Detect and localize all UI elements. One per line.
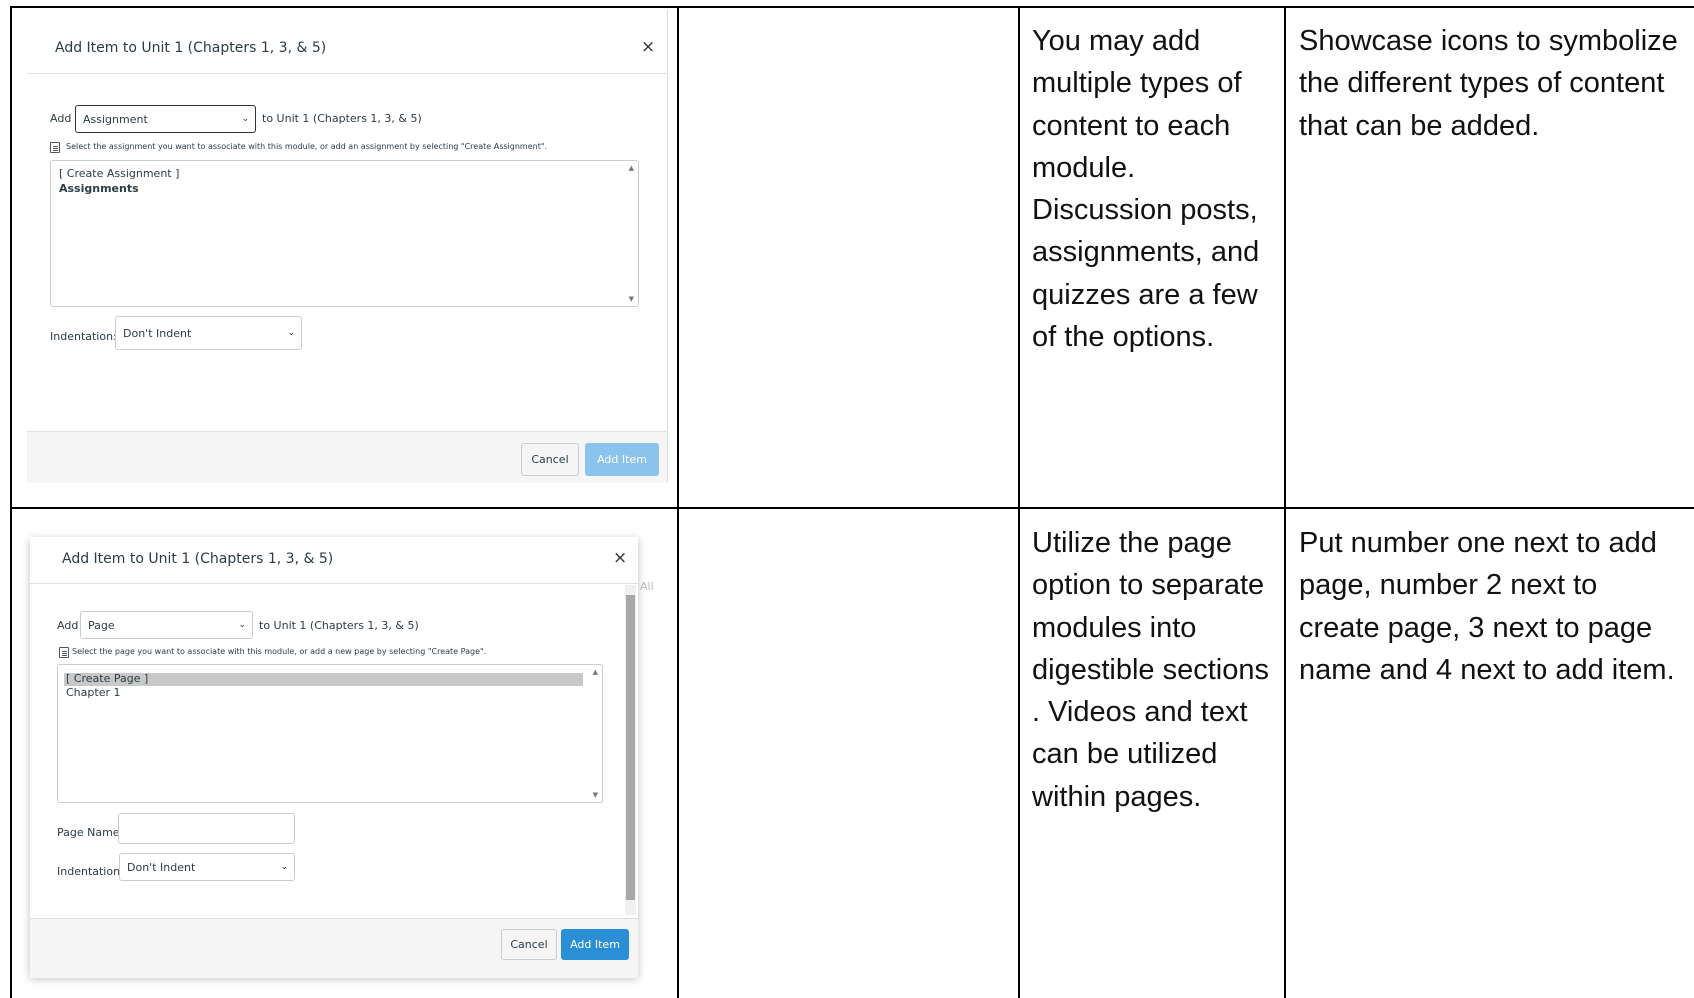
document-icon (50, 142, 60, 153)
add-item-dialog-page: Add Item to Unit 1 (Chapters 1, 3, & 5) … (30, 537, 638, 978)
scroll-down-icon[interactable]: ▼ (629, 295, 634, 303)
to-module-label: to Unit 1 (Chapters 1, 3, & 5) (259, 619, 419, 632)
add-item-dialog-assignment: Add Item to Unit 1 (Chapters 1, 3, & 5) … (27, 10, 668, 483)
list-item-create-assignment[interactable]: [ Create Assignment ] (59, 167, 179, 180)
row1-description: You may add multiple types of content to… (1032, 25, 1260, 354)
chevron-down-icon: ⌄ (238, 620, 246, 630)
scroll-up-icon[interactable]: ▲ (629, 164, 634, 172)
page-listbox[interactable]: [ Create Page ] Chapter 1 ▲ ▼ (57, 664, 603, 803)
chevron-down-icon: ⌄ (280, 862, 288, 872)
select-hint: Select the page you want to associate wi… (72, 647, 487, 656)
dialog-header-separator (30, 583, 638, 584)
table-border-left (10, 6, 12, 998)
add-label: Add (50, 112, 72, 125)
item-type-value: Assignment (83, 112, 148, 126)
list-group-assignments: Assignments (59, 182, 139, 195)
page-name-label: Page Name: (57, 826, 124, 839)
dialog-scrollbar-thumb[interactable] (626, 595, 635, 900)
item-type-select[interactable]: Page ⌄ (80, 611, 253, 639)
scroll-down-icon[interactable]: ▼ (593, 791, 598, 799)
background-filter-label: All (640, 580, 654, 593)
table-col-divider-1 (677, 6, 679, 998)
dialog-header-separator (27, 73, 667, 74)
indentation-value: Don't Indent (123, 326, 192, 340)
row1-suggestion: Showcase icons to symbolize the differen… (1299, 25, 1678, 142)
dialog-title: Add Item to Unit 1 (Chapters 1, 3, & 5) (62, 551, 334, 567)
table-col-divider-3 (1284, 6, 1286, 998)
table-border-top (10, 6, 1694, 8)
assignment-listbox[interactable]: [ Create Assignment ] Assignments ▲ ▼ (50, 160, 639, 307)
cancel-button[interactable]: Cancel (501, 929, 557, 960)
list-item-create-page[interactable]: [ Create Page ] (66, 672, 148, 685)
indentation-label: Indentation: (57, 865, 124, 878)
indentation-select[interactable]: Don't Indent ⌄ (115, 316, 302, 350)
to-module-label: to Unit 1 (Chapters 1, 3, & 5) (262, 112, 422, 125)
item-type-select[interactable]: Assignment ⌄ (75, 105, 256, 133)
row2-description: Utilize the page option to separate modu… (1032, 527, 1269, 813)
add-label: Add (57, 619, 79, 632)
select-hint: Select the assignment you want to associ… (66, 142, 548, 151)
add-item-button[interactable]: Add Item (585, 443, 659, 476)
close-icon[interactable]: × (613, 548, 627, 568)
dialog-title: Add Item to Unit 1 (Chapters 1, 3, & 5) (55, 40, 327, 56)
row2-suggestion: Put number one next to add page, number … (1299, 527, 1675, 686)
indentation-value: Don't Indent (127, 860, 196, 874)
item-type-value: Page (88, 618, 115, 632)
table-col-divider-2 (1018, 6, 1020, 998)
indentation-select[interactable]: Don't Indent ⌄ (119, 853, 295, 881)
list-item-chapter-1[interactable]: Chapter 1 (66, 686, 120, 699)
page-name-input[interactable] (118, 813, 295, 844)
dialog-scrollbar[interactable] (625, 585, 636, 915)
cancel-button[interactable]: Cancel (521, 443, 579, 476)
indentation-label: Indentation: (50, 330, 117, 343)
add-item-button[interactable]: Add Item (561, 929, 629, 960)
scroll-up-icon[interactable]: ▲ (593, 668, 598, 676)
table-row-divider (10, 507, 1694, 509)
document-icon (59, 647, 69, 658)
chevron-down-icon: ⌄ (287, 328, 295, 338)
close-icon[interactable]: × (641, 37, 655, 57)
chevron-down-icon: ⌄ (241, 114, 249, 124)
